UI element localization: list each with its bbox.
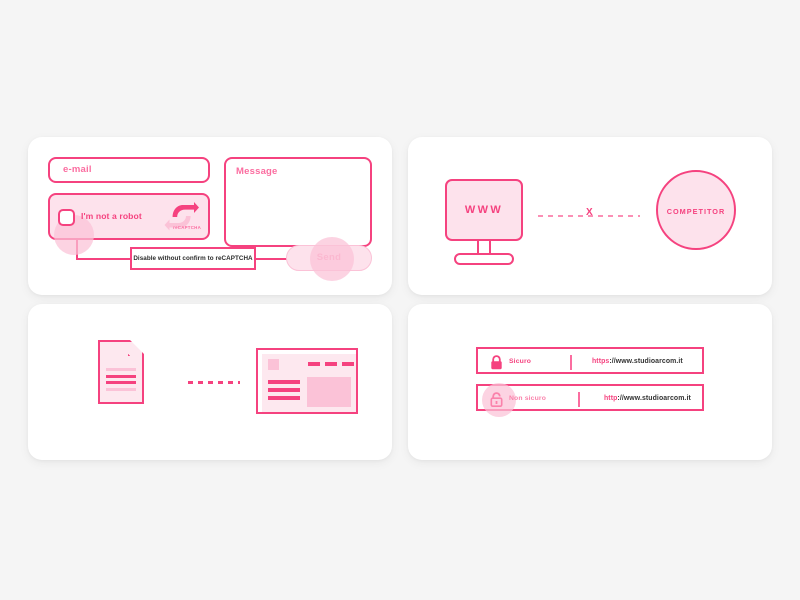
document-text-line — [106, 381, 136, 384]
card-url-security: Sicuro https://www.studioarcom.it Non si… — [408, 304, 772, 460]
monitor-icon: WWW — [445, 179, 523, 241]
document-fold-edge — [128, 339, 145, 356]
connector-horizontal-left — [76, 258, 132, 260]
url-text: http://www.studioarcom.it — [604, 395, 691, 402]
message-field[interactable]: Message — [224, 157, 372, 247]
browser-text-line — [268, 388, 300, 392]
browser-hero-image — [307, 377, 351, 407]
url-text: https://www.studioarcom.it — [592, 358, 683, 365]
card-document-to-page — [28, 304, 392, 460]
competitor-circle: COMPETITOR — [656, 170, 736, 250]
browser-logo-block — [268, 359, 279, 370]
connector-x-marker: X — [586, 207, 593, 218]
security-status-label: Non sicuro — [509, 395, 546, 402]
url-bar-secure[interactable]: Sicuro https://www.studioarcom.it — [476, 347, 704, 374]
lock-closed-icon — [490, 355, 503, 370]
illustration-board: e-mail Message I'm not a robot reCAPTCHA… — [0, 0, 800, 600]
document-text-line — [106, 388, 136, 391]
browser-nav-item — [342, 362, 354, 366]
url-bar-insecure[interactable]: Non sicuro http://www.studioarcom.it — [476, 383, 704, 417]
security-status-label: Sicuro — [509, 358, 532, 365]
url-scheme: https — [592, 358, 610, 365]
recaptcha-wordmark: reCAPTCHA — [173, 225, 201, 230]
url-scheme: http — [604, 395, 618, 402]
browser-text-line — [268, 380, 300, 384]
document-icon — [98, 339, 145, 404]
document-text-line — [106, 368, 136, 371]
email-field[interactable]: e-mail — [48, 157, 210, 183]
lock-open-icon — [490, 392, 503, 407]
competitor-label: COMPETITOR — [666, 207, 726, 216]
send-button[interactable]: Send — [286, 245, 372, 271]
browser-window-icon — [256, 348, 358, 414]
recaptcha-checkbox[interactable] — [58, 209, 75, 226]
tooltip-disable-recaptcha: Disable without confirm to reCAPTCHA — [130, 247, 256, 270]
browser-nav-item — [308, 362, 320, 366]
url-host: ://www.studioarcom.it — [609, 358, 683, 365]
card-contact-form: e-mail Message I'm not a robot reCAPTCHA… — [28, 137, 392, 295]
card-competitor: WWW X COMPETITOR — [408, 137, 772, 295]
recaptcha-widget[interactable]: I'm not a robot reCAPTCHA — [48, 193, 210, 255]
url-divider — [570, 355, 572, 370]
url-divider — [578, 392, 580, 407]
dashed-connector — [188, 381, 240, 384]
browser-viewport — [262, 354, 356, 412]
document-text-line — [106, 375, 136, 378]
browser-nav-item — [325, 362, 337, 366]
url-host: ://www.studioarcom.it — [617, 395, 691, 402]
monitor-www-label: WWW — [464, 204, 504, 216]
recaptcha-label: I'm not a robot — [81, 211, 142, 221]
browser-text-line — [268, 396, 300, 400]
monitor-base — [454, 253, 514, 265]
connector-vertical — [76, 240, 78, 260]
